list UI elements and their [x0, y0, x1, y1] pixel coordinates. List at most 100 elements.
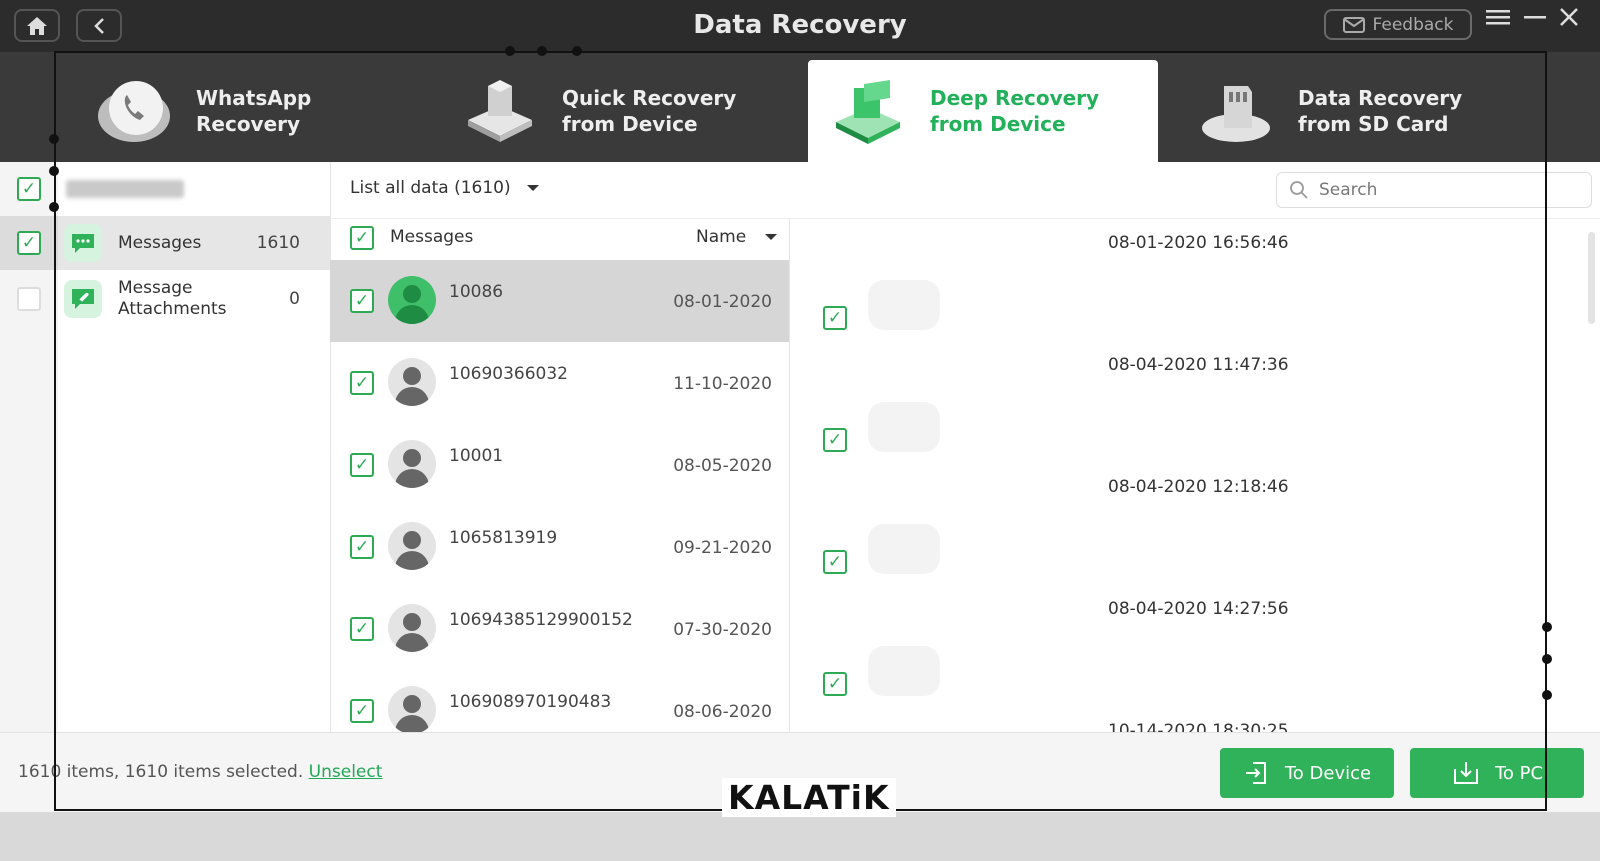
contact-avatar-icon — [388, 522, 436, 570]
message-checkbox[interactable]: ✓ — [823, 672, 847, 696]
select-all-messages-checkbox[interactable]: ✓ — [350, 226, 374, 250]
sidebar-item-messages[interactable]: Messages 1610 — [58, 216, 330, 270]
select-device-checkbox[interactable]: ✓ — [17, 177, 41, 201]
message-date: 08-01-2020 — [673, 292, 772, 312]
frame-dot — [49, 166, 59, 176]
unselect-link[interactable]: Unselect — [309, 762, 383, 782]
frame-dot — [1542, 654, 1552, 664]
tab-sd-line2: from SD Card — [1298, 112, 1449, 136]
tab-quick-line1: Quick Recovery — [562, 86, 737, 110]
message-timestamp: 08-01-2020 16:56:46 — [1108, 233, 1289, 253]
close-icon — [1560, 8, 1578, 26]
message-checkbox[interactable]: ✓ — [823, 306, 847, 330]
table-row[interactable]: ✓ 106908970190483 08-06-2020 — [330, 670, 790, 732]
selection-status: 1610 items, 1610 items selected. Unselec… — [18, 762, 382, 782]
conversation-scrollbar[interactable] — [1588, 232, 1595, 324]
recovery-mode-tabs: WhatsApp Recovery Quick Recovery from Devi… — [0, 52, 1600, 162]
tab-deep-line1: Deep Recovery — [930, 86, 1100, 110]
category-name: Message Attachments — [118, 278, 289, 320]
to-device-label: To Device — [1284, 762, 1372, 784]
row-checkbox[interactable]: ✓ — [350, 289, 374, 313]
table-row[interactable]: ✓ 10086 08-01-2020 — [330, 260, 790, 342]
column-header-messages: Messages — [390, 227, 474, 247]
table-row[interactable]: ✓ 1065813919 09-21-2020 — [330, 506, 790, 588]
message-bubble — [868, 524, 940, 574]
feedback-label: Feedback — [1372, 14, 1454, 35]
category-name-line2: Attachments — [118, 299, 227, 319]
contact-name: 10690366032 — [449, 364, 568, 384]
contact-avatar-icon — [388, 440, 436, 488]
minimize-button[interactable] — [1524, 6, 1548, 34]
search-input[interactable]: Search — [1276, 172, 1592, 208]
contact-name: 10001 — [449, 446, 504, 466]
table-row[interactable]: ✓ 10690366032 11-10-2020 — [330, 342, 790, 424]
message-date: 07-30-2020 — [673, 620, 772, 640]
caret-down-icon — [527, 185, 540, 191]
message-timestamp: 08-04-2020 12:18:46 — [1108, 477, 1289, 497]
tab-sd-card-recovery[interactable]: Data Recovery from SD Card — [1196, 60, 1546, 162]
minimize-icon — [1524, 16, 1546, 19]
selection-status-text: 1610 items, 1610 items selected. — [18, 762, 304, 782]
message-date: 08-05-2020 — [673, 456, 772, 476]
message-checkbox[interactable]: ✓ — [823, 428, 847, 452]
contact-name: 10086 — [449, 282, 504, 302]
clipped-timestamp-container: 10-14-2020 18:30:25 — [1100, 720, 1300, 732]
tab-quick-recovery[interactable]: Quick Recovery from Device — [460, 60, 790, 162]
frame-dot — [537, 46, 547, 56]
message-timestamp: 08-04-2020 14:27:56 — [1108, 599, 1289, 619]
frame-dot — [49, 134, 59, 144]
attachment-icon — [64, 280, 102, 318]
row-checkbox[interactable]: ✓ — [350, 617, 374, 641]
contact-name: 1065813919 — [449, 528, 558, 548]
to-device-button[interactable]: To Device — [1220, 748, 1394, 798]
to-pc-label: To PC — [1494, 762, 1544, 784]
message-bubble — [868, 280, 940, 330]
data-recovery-window: Data Recovery Feedback WhatsApp Recovery … — [0, 0, 1600, 812]
table-row[interactable]: ✓ 10001 08-05-2020 — [330, 424, 790, 506]
row-checkbox[interactable]: ✓ — [350, 535, 374, 559]
search-placeholder: Search — [1319, 180, 1378, 200]
tab-whatsapp-line1: WhatsApp — [196, 86, 312, 110]
to-pc-button[interactable]: To PC — [1410, 748, 1584, 798]
attachments-checkbox[interactable]: ✓ — [17, 287, 41, 311]
frame-dot — [49, 202, 59, 212]
tab-deep-line2: from Device — [930, 112, 1066, 136]
menu-button[interactable] — [1486, 6, 1512, 34]
contact-name: 106908970190483 — [449, 692, 612, 712]
device-name-blurred — [66, 180, 184, 198]
sd-card-icon — [1196, 76, 1276, 146]
message-date: 11-10-2020 — [673, 374, 772, 394]
contact-name: 10694385129900152 — [449, 610, 633, 630]
tab-deep-recovery[interactable]: Deep Recovery from Device — [808, 60, 1158, 162]
contact-avatar-icon — [388, 686, 436, 732]
category-name-line1: Message — [118, 278, 193, 298]
filter-dropdown[interactable]: List all data (1610) — [350, 178, 540, 198]
mail-icon — [1342, 16, 1365, 33]
feedback-button[interactable]: Feedback — [1324, 9, 1472, 40]
table-row[interactable]: ✓ 10694385129900152 07-30-2020 — [330, 588, 790, 670]
message-bubble — [868, 402, 940, 452]
message-timestamp: 08-04-2020 11:47:36 — [1108, 355, 1289, 375]
row-checkbox[interactable]: ✓ — [350, 371, 374, 395]
contact-avatar-icon — [388, 276, 436, 324]
search-icon — [1290, 181, 1308, 199]
message-date: 09-21-2020 — [673, 538, 772, 558]
category-count: 0 — [289, 289, 300, 309]
message-checkbox[interactable]: ✓ — [823, 550, 847, 574]
contact-avatar-icon — [388, 604, 436, 652]
row-checkbox[interactable]: ✓ — [350, 453, 374, 477]
tab-whatsapp-recovery[interactable]: WhatsApp Recovery — [94, 60, 424, 162]
messages-checkbox[interactable]: ✓ — [17, 231, 41, 255]
category-name: Messages — [118, 232, 202, 253]
sidebar-item-message-attachments[interactable]: Message Attachments 0 — [58, 272, 330, 326]
row-checkbox[interactable]: ✓ — [350, 699, 374, 723]
sort-label: Name — [696, 227, 747, 247]
title-bar: Data Recovery Feedback — [0, 0, 1600, 52]
close-button[interactable] — [1558, 6, 1580, 34]
filter-label: List all data (1610) — [350, 178, 511, 198]
tab-quick-line2: from Device — [562, 112, 698, 136]
pane-divider — [789, 218, 790, 732]
contact-avatar-icon — [388, 358, 436, 406]
message-timestamp: 10-14-2020 18:30:25 — [1108, 721, 1289, 732]
sort-dropdown[interactable]: Name — [696, 227, 778, 247]
